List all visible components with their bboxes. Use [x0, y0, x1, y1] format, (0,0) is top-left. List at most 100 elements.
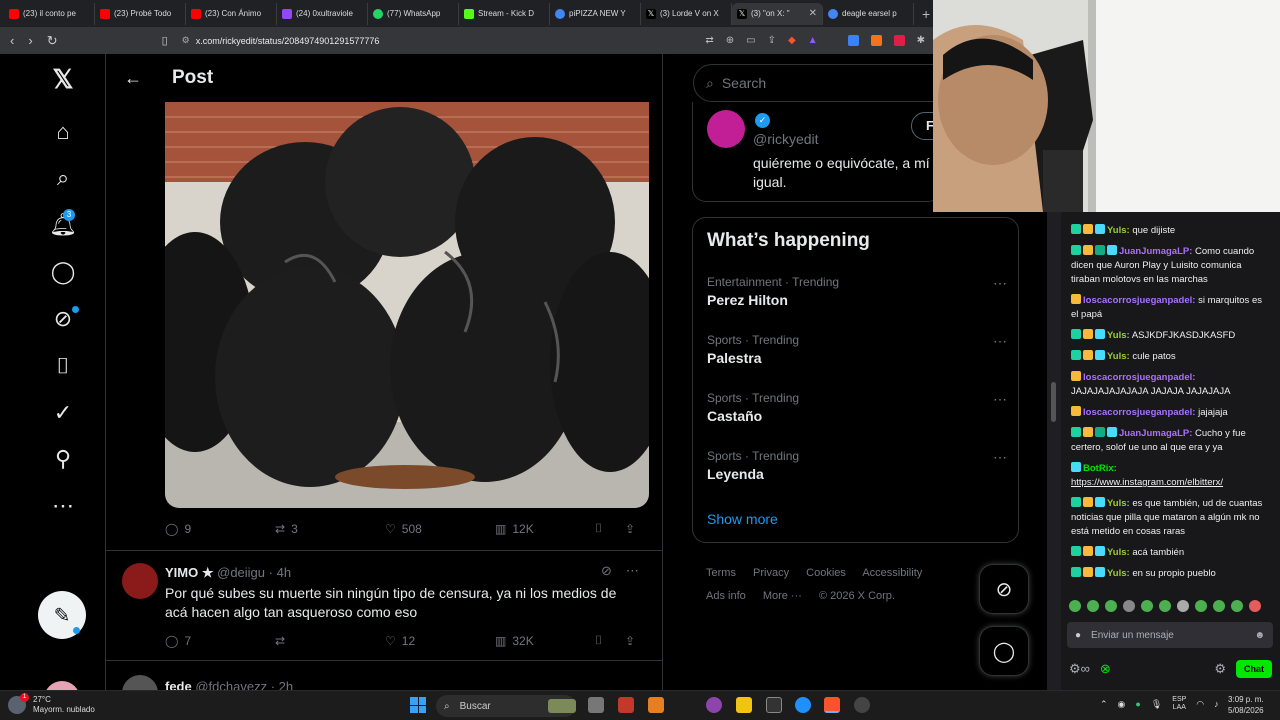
emote-icon[interactable] — [1123, 600, 1135, 612]
terminal-icon[interactable] — [766, 697, 782, 713]
grok-fab[interactable]: ⊘ — [979, 564, 1029, 614]
x-logo-icon[interactable]: 𝕏 — [50, 64, 76, 94]
trend-item[interactable]: Sports · Trending Palestra ⋯ — [707, 333, 1007, 366]
zoom-icon[interactable]: ⊕ — [726, 35, 734, 46]
trend-item[interactable]: Sports · Trending Leyenda ⋯ — [707, 449, 1007, 482]
browser-tab[interactable]: 𝕏 (3) Lorde V on X — [641, 2, 732, 25]
repost-button[interactable]: ⇄ 3 — [275, 522, 385, 536]
emote-icon[interactable] — [1069, 600, 1081, 612]
emote-icon[interactable] — [1231, 600, 1243, 612]
language-indicator[interactable]: ESP LAA — [1172, 696, 1186, 712]
browser-tab[interactable]: piPIZZA NEW Y — [550, 2, 641, 25]
browser-tab[interactable]: (77) WhatsApp — [368, 2, 459, 25]
trend-item[interactable]: Sports · Trending Castaño ⋯ — [707, 391, 1007, 424]
footer-link[interactable]: Accessibility — [862, 567, 922, 579]
new-tab-button[interactable]: + — [922, 6, 930, 22]
trend-item[interactable]: Entertainment · Trending Perez Hilton ⋯ — [707, 275, 1007, 308]
grok-icon[interactable]: ⊘ — [601, 563, 612, 578]
reply-author-name[interactable]: fede — [165, 679, 192, 690]
reply-handle[interactable]: @fdchavezz — [195, 679, 267, 690]
taskbar-search[interactable]: ⌕ Buscar — [436, 695, 576, 717]
user-handle[interactable]: @rickyedit — [753, 131, 819, 147]
show-more-link[interactable]: Show more — [707, 511, 778, 527]
verified-icon[interactable]: ✓ — [50, 400, 76, 426]
emote-icon[interactable] — [1141, 600, 1153, 612]
more-icon[interactable]: ⋯ — [993, 275, 1007, 292]
emote-icon[interactable] — [1105, 600, 1117, 612]
views-button[interactable]: ▥ 12K — [495, 522, 595, 536]
brave-icon[interactable] — [824, 697, 840, 713]
bookmark-icon[interactable]: ▯ — [162, 34, 168, 47]
tray-app-icon[interactable]: ● — [1135, 699, 1140, 709]
back-arrow-icon[interactable]: ← — [124, 68, 142, 89]
browser-tab[interactable]: (23) Probé Todo — [95, 2, 186, 25]
browser-tab[interactable]: deagle earsel p — [823, 2, 914, 25]
weather-widget[interactable]: 27°C Mayorm. nublado — [33, 695, 95, 715]
file-explorer-icon[interactable] — [588, 697, 604, 713]
profile-icon[interactable]: ⚲ — [50, 446, 76, 472]
home-icon[interactable]: ⌂ — [50, 119, 76, 145]
brave-rewards-icon[interactable]: ▲ — [808, 35, 818, 46]
share-icon[interactable]: ⇪ — [768, 35, 776, 46]
reply-post[interactable]: fede @fdchavezz · 2h — [106, 660, 662, 690]
copilot-icon[interactable] — [706, 697, 722, 713]
points-icon[interactable]: ⚙∞ — [1069, 661, 1090, 677]
chat-scrollbar[interactable] — [1047, 212, 1061, 690]
power-icon[interactable] — [618, 697, 634, 713]
store-icon[interactable] — [648, 697, 664, 713]
wifi-icon[interactable]: ◠ — [1196, 699, 1204, 710]
footer-link[interactable]: Ads info — [706, 590, 746, 602]
bookmark-icon[interactable]: ⌷ — [595, 521, 625, 536]
browser-tab[interactable]: (23) il conto pe — [4, 2, 95, 25]
kick-logo-icon[interactable]: ⊗ — [1100, 661, 1111, 677]
share-icon[interactable]: ⇪ — [625, 522, 635, 536]
avatar[interactable] — [707, 110, 745, 148]
folder-icon[interactable] — [736, 697, 752, 713]
bookmark-icon[interactable]: ⌷ — [595, 633, 625, 648]
extension-icon[interactable] — [847, 35, 859, 46]
extensions-icon[interactable]: ✱ — [917, 35, 925, 46]
scrollbar-thumb[interactable] — [1051, 382, 1056, 422]
emoji-icon[interactable]: ☻ — [1254, 630, 1265, 641]
more-icon[interactable]: ⋯ — [993, 333, 1007, 350]
reply-time[interactable]: · 4h — [269, 565, 291, 580]
extension-icon[interactable] — [893, 35, 905, 46]
chevron-up-icon[interactable]: ⌃ — [1100, 699, 1108, 710]
more-icon[interactable]: ⋯ — [626, 563, 639, 578]
brave-shield-icon[interactable]: ◆ — [788, 35, 796, 46]
back-icon[interactable]: ‹ — [10, 33, 14, 48]
cast-icon[interactable]: ▭ — [746, 35, 755, 46]
extension-icon[interactable] — [870, 35, 882, 46]
browser-tab[interactable]: (23) Con Ánimo — [186, 2, 277, 25]
more-icon[interactable]: ⋯ — [993, 449, 1007, 466]
like-button[interactable]: ♡ 508 — [385, 522, 495, 536]
search-input[interactable]: ⌕ Search — [693, 64, 953, 102]
more-icon[interactable]: ⋯ — [50, 493, 76, 519]
like-button[interactable]: ♡ 12 — [385, 634, 495, 648]
avatar[interactable] — [122, 563, 158, 599]
obs-icon[interactable] — [854, 697, 870, 713]
browser-tab-active[interactable]: 𝕏 (3) "on X: " ✕ — [732, 2, 823, 25]
footer-link[interactable]: Terms — [706, 567, 736, 579]
emote-icon[interactable] — [1195, 600, 1207, 612]
edge-icon[interactable] — [795, 697, 811, 713]
reply-author-name[interactable]: YIMO ★ — [165, 565, 214, 580]
reply-button[interactable]: ◯ 7 — [165, 634, 275, 648]
tray-app-icon[interactable]: ◉ — [1118, 699, 1126, 710]
bookmarks-icon[interactable]: ⌷ — [50, 353, 76, 379]
forward-icon[interactable]: › — [28, 33, 32, 48]
browser-tab[interactable]: Stream - Kick D — [459, 2, 550, 25]
share-icon[interactable]: ⇪ — [625, 634, 635, 648]
emote-icon[interactable] — [1249, 600, 1261, 612]
reply-time[interactable]: · 2h — [271, 679, 293, 690]
reply-post[interactable]: YIMO ★ @deiigu · 4h ⊘ ⋯ Por qué subes su … — [106, 550, 662, 660]
footer-link[interactable]: More ··· — [763, 590, 802, 602]
chat-send-button[interactable]: Chat — [1236, 660, 1272, 678]
microphone-icon[interactable]: 🎙︎ — [1151, 699, 1162, 710]
url-field[interactable]: x.com/rickyedit/status/20849749012915777… — [196, 36, 656, 46]
volume-icon[interactable]: ♪ — [1214, 699, 1219, 709]
post-image[interactable] — [165, 102, 649, 508]
reply-handle[interactable]: @deiigu — [217, 565, 265, 580]
emote-icon[interactable] — [1177, 600, 1189, 612]
reply-button[interactable]: ◯ 9 — [165, 522, 275, 536]
